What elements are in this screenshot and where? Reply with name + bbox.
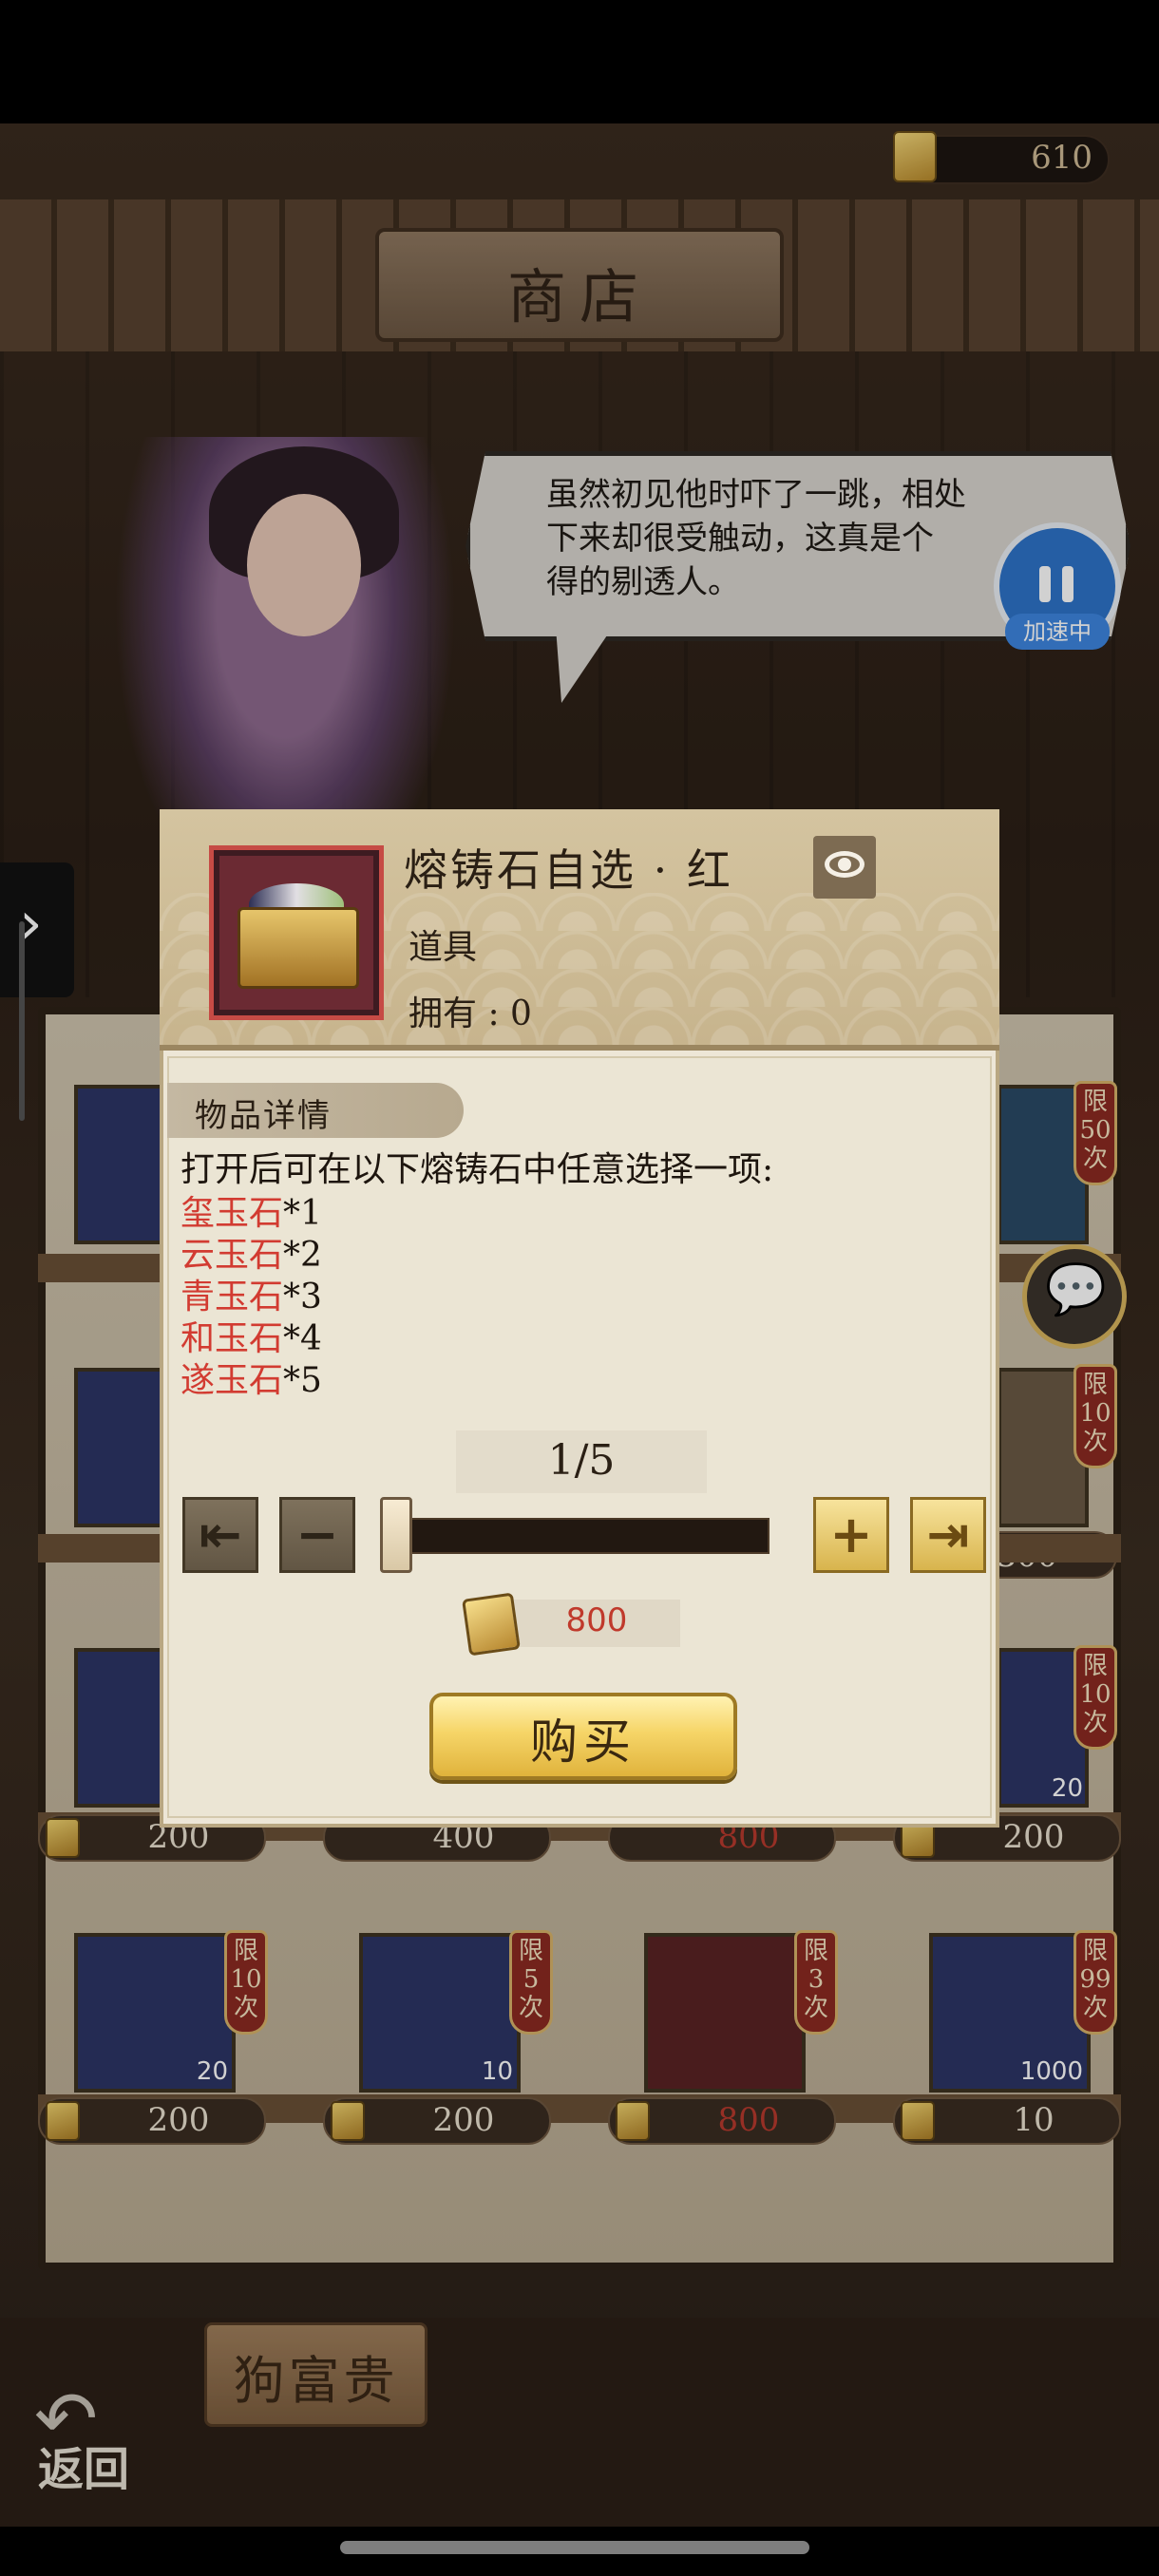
treasure-box-icon xyxy=(238,907,359,989)
quantity-display: 1/5 xyxy=(547,1436,616,1485)
item-owned-count: 拥有 : 0 xyxy=(408,994,532,1033)
tab-item-details-label: 物品详情 xyxy=(195,1097,332,1135)
item-name: 熔铸石自选 · 红 xyxy=(404,844,733,896)
plus-icon: + xyxy=(829,1505,873,1564)
item-type: 道具 xyxy=(408,928,478,967)
minus-icon: − xyxy=(295,1505,339,1564)
reward-line: 遂玉石*5 xyxy=(180,1361,322,1400)
slider-handle[interactable] xyxy=(380,1497,412,1573)
item-description: 打开后可在以下熔铸石中任意选择一项: xyxy=(180,1150,774,1189)
total-cost: 800 xyxy=(565,1601,628,1639)
quantity-slider[interactable] xyxy=(388,1518,770,1554)
arrow-left-end-icon: ⇤ xyxy=(199,1505,242,1564)
arrow-right-end-icon: ⇥ xyxy=(926,1505,970,1564)
buy-button-label: 购买 xyxy=(530,1714,636,1770)
eye-pupil xyxy=(838,858,851,871)
gold-coin-icon xyxy=(462,1592,521,1657)
